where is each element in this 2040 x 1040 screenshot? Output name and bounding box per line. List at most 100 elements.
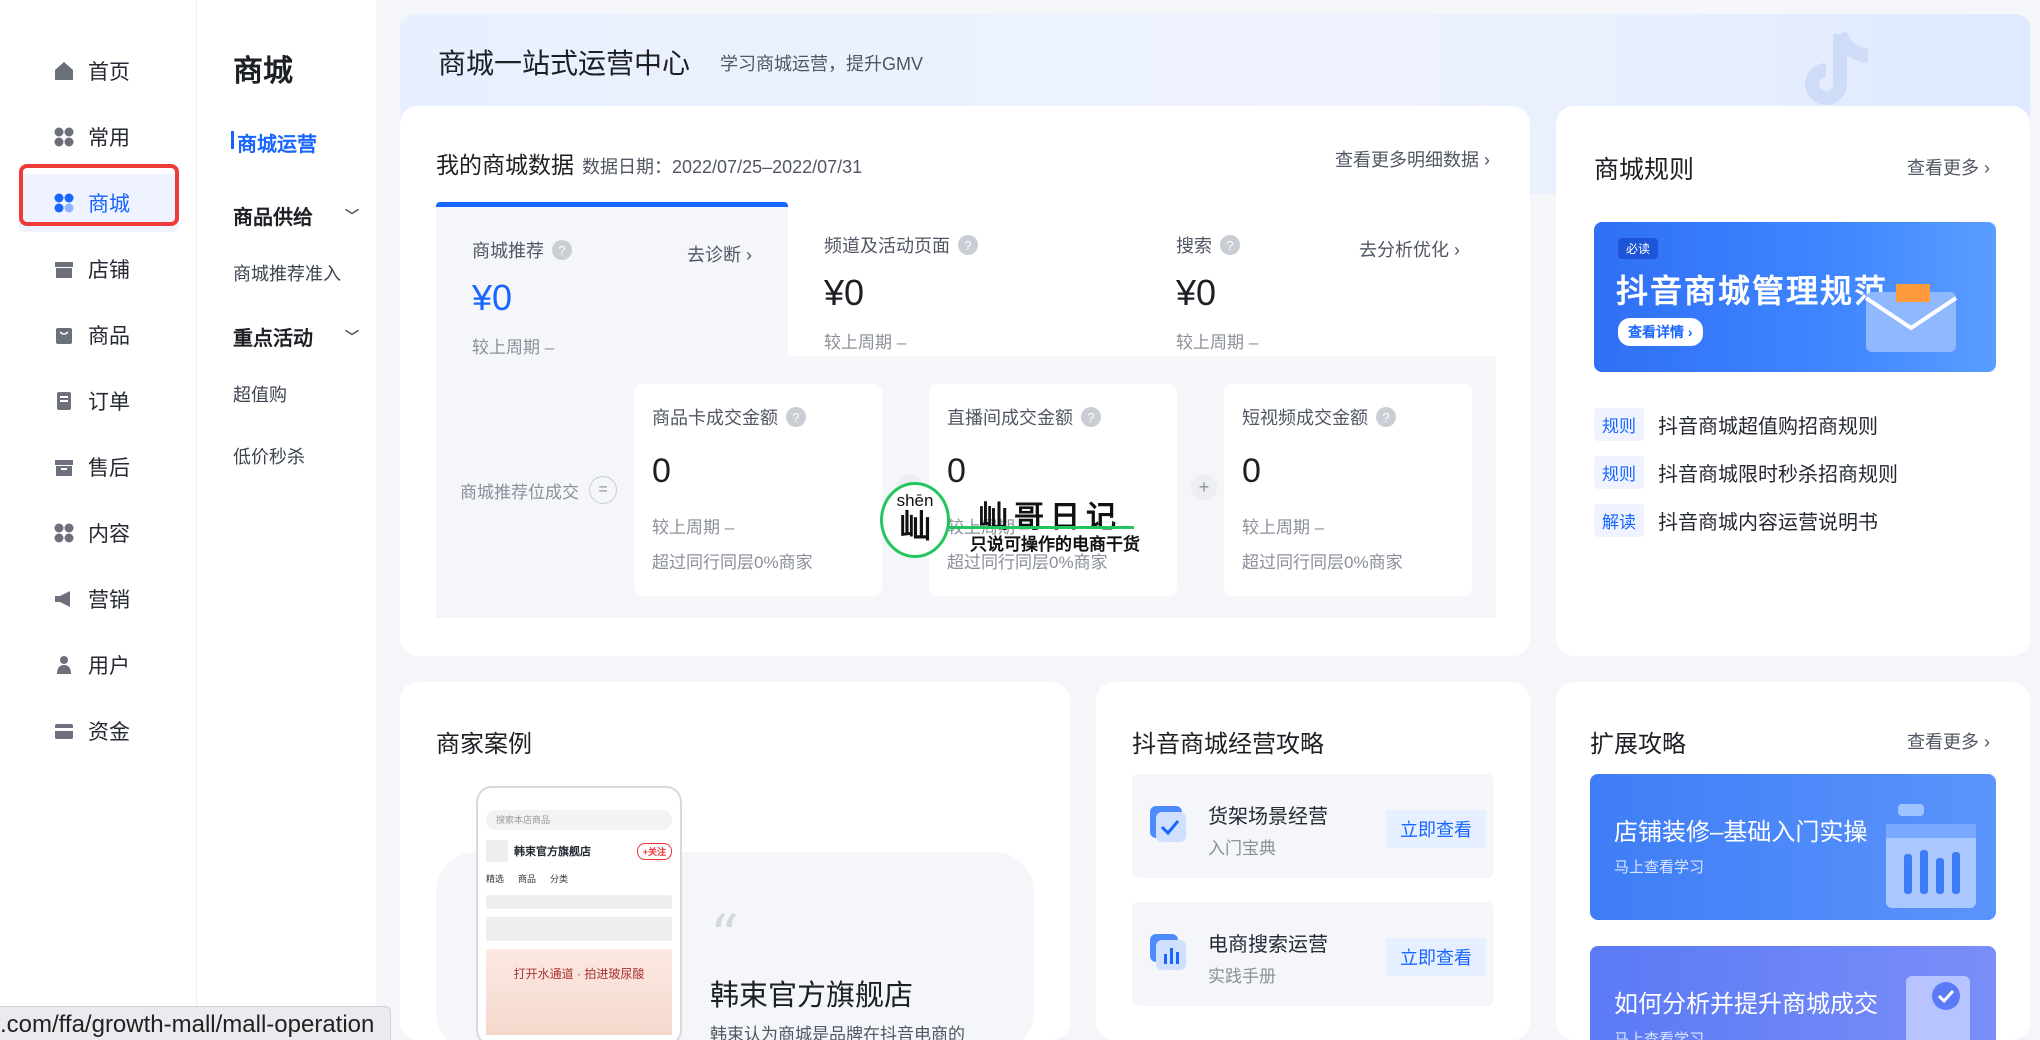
phone-screenshot[interactable]: 搜索本店商品 韩束官方旗舰店 +关注 精选 商品 分类 打开水通道 · 拍进玻尿… (476, 786, 682, 1040)
nav-item-mall[interactable]: 商城 (0, 170, 196, 236)
phone-tabs: 精选 商品 分类 (486, 874, 569, 884)
nav-item-store[interactable]: 店铺 (0, 236, 196, 302)
strategy-subtitle: 实践手册 (1208, 967, 1276, 986)
subnav-group-label: 重点活动 (233, 328, 313, 350)
nav-label: 店铺 (88, 259, 130, 282)
subnav-item-value-buy[interactable]: 超值购 (233, 381, 376, 407)
wallet-icon (52, 719, 76, 743)
view-now-button[interactable]: 立即查看 (1386, 938, 1486, 976)
phone-promo: 打开水通道 · 拍进玻尿酸 (486, 949, 672, 1035)
tab-value: ¥0 (1176, 272, 1217, 313)
user-icon (52, 653, 76, 677)
subnav-item-recommend-access[interactable]: 商城推荐准入 (233, 260, 376, 286)
subnav-group-activity[interactable]: 重点活动 ﹀ (233, 322, 359, 351)
nav-label: 常用 (88, 127, 130, 150)
nav-label: 资金 (88, 721, 130, 744)
card-title: 扩展攻略 (1590, 731, 1686, 758)
card-title: 抖音商城经营攻略 (1132, 731, 1324, 758)
view-more-link[interactable]: 查看更多 › (1907, 154, 1990, 180)
view-more-link[interactable]: 查看更多 › (1907, 728, 1990, 754)
rule-text: 抖音商城内容运营说明书 (1658, 512, 1878, 534)
subnav-item-flash-sale[interactable]: 低价秒杀 (233, 443, 376, 469)
nav-item-marketing[interactable]: 营销 (0, 566, 196, 632)
chevron-down-icon: ﹀ (345, 207, 359, 224)
tab-compare: 较上周期 – (1176, 333, 1259, 352)
subnav-group-supply[interactable]: 商品供给 ﹀ (233, 201, 359, 230)
tab-value: ¥0 (824, 272, 865, 313)
nav-item-funds[interactable]: 资金 (0, 698, 196, 764)
strategy-subtitle: 入门宝典 (1208, 839, 1276, 858)
expand-banner-improve-sales[interactable]: 如何分析并提升商城成交 马上查看学习 (1590, 946, 1996, 1040)
mall-rules-card: 商城规则 查看更多 › 必读 抖音商城管理规范 查看详情 › 规则 抖音商城超值… (1556, 106, 2030, 656)
content-icon (52, 521, 76, 545)
help-icon[interactable]: ? (1081, 407, 1101, 427)
tab-channel-activity[interactable]: 频道及活动页面? ¥0 较上周期 – (788, 202, 1140, 358)
bag-icon (52, 323, 76, 347)
nav-label: 营销 (88, 589, 130, 612)
help-icon[interactable]: ? (552, 240, 572, 260)
nav-item-product[interactable]: 商品 (0, 302, 196, 368)
nav-item-common[interactable]: 常用 (0, 104, 196, 170)
chevron-down-icon: ﹀ (345, 328, 359, 345)
help-icon[interactable]: ? (958, 235, 978, 255)
view-more-details-link[interactable]: 查看更多明细数据 › (1335, 146, 1490, 172)
nav-item-content[interactable]: 内容 (0, 500, 196, 566)
aftersale-icon (52, 455, 76, 479)
rules-banner[interactable]: 必读 抖音商城管理规范 查看详情 › (1594, 222, 1996, 372)
rule-item[interactable]: 规则 抖音商城超值购招商规则 (1594, 408, 1878, 441)
strategy-title: 货架场景经营 (1208, 806, 1328, 828)
tab-mall-recommend[interactable]: 商城推荐? 去诊断 › ¥0 较上周期 – (436, 202, 788, 358)
strategy-item[interactable]: 货架场景经营 入门宝典 立即查看 (1132, 774, 1494, 878)
strategy-item[interactable]: 电商搜索运营 实践手册 立即查看 (1132, 902, 1494, 1006)
case-store-name[interactable]: 韩束官方旗舰店 (710, 972, 913, 1014)
expand-title: 店铺装修–基础入门实操 (1614, 819, 1868, 846)
nav-label: 售后 (88, 457, 130, 480)
help-icon[interactable]: ? (1220, 235, 1240, 255)
subnav-item-mall-operation[interactable]: 商城运营 (231, 128, 376, 157)
phone-bar (486, 895, 672, 909)
view-now-button[interactable]: 立即查看 (1386, 810, 1486, 848)
watermark-underline (948, 526, 1134, 529)
nav-item-user[interactable]: 用户 (0, 632, 196, 698)
quote-icon: “ (710, 904, 739, 969)
watermark-slogan: 只说可操作的电商干货 (970, 535, 1140, 554)
metric-product-card: 商品卡成交金额? 0 较上周期 – 超过同行同层0%商家 (634, 384, 882, 596)
analyze-optimize-link[interactable]: 去分析优化 › (1359, 236, 1460, 262)
rule-tag: 解读 (1594, 504, 1644, 537)
watermark: shēn 屾 屾哥日记 只说可操作的电商干货 (878, 480, 1168, 570)
tab-value: ¥0 (472, 277, 513, 318)
nav-item-order[interactable]: 订单 (0, 368, 196, 434)
nav-label: 用户 (88, 655, 130, 678)
expand-banner-store-decoration[interactable]: 店铺装修–基础入门实操 马上查看学习 (1590, 774, 1996, 920)
left-nav: 首页 常用 商城 店铺 商品 订单 售后 内容 营销 用户 资金 (0, 0, 196, 1040)
tab-compare: 较上周期 – (824, 333, 907, 352)
plus-icon: + (1191, 474, 1217, 500)
tab-compare: 较上周期 – (472, 338, 555, 357)
store-icon (52, 257, 76, 281)
help-icon[interactable]: ? (786, 407, 806, 427)
expand-title: 如何分析并提升商城成交 (1614, 991, 1878, 1018)
nav-item-aftersale[interactable]: 售后 (0, 434, 196, 500)
help-icon[interactable]: ? (1376, 407, 1396, 427)
data-card-header: 我的商城数据 数据日期：2022/07/25–2022/07/31 (436, 146, 862, 180)
tiktok-logo-icon (1805, 31, 1870, 105)
equals-icon: = (589, 476, 617, 504)
nav-item-home[interactable]: 首页 (0, 38, 196, 104)
metric-value: 0 (652, 452, 671, 490)
subnav-title: 商城 (233, 55, 293, 88)
rule-text: 抖音商城限时秒杀招商规则 (1658, 464, 1898, 486)
diagnose-link[interactable]: 去诊断 › (687, 241, 752, 267)
status-bar-url: .com/ffa/growth-mall/mall-operation (0, 1006, 392, 1040)
view-details-button[interactable]: 查看详情 › (1618, 318, 1703, 346)
tab-search[interactable]: 搜索? 去分析优化 › ¥0 较上周期 – (1140, 202, 1496, 358)
card-title: 商家案例 (436, 731, 532, 758)
mall-strategy-card: 抖音商城经营攻略 货架场景经营 入门宝典 立即查看 电商搜索运营 实践手册 立即… (1096, 682, 1530, 1040)
rules-banner-title: 抖音商城管理规范 (1616, 273, 1889, 309)
expand-subtitle: 马上查看学习 (1614, 1031, 1705, 1040)
nav-label: 订单 (88, 391, 130, 414)
data-date: 数据日期：2022/07/25–2022/07/31 (582, 157, 863, 177)
rule-item[interactable]: 解读 抖音商城内容运营说明书 (1594, 504, 1878, 537)
rule-item[interactable]: 规则 抖音商城限时秒杀招商规则 (1594, 456, 1898, 489)
storefront-icon (1886, 804, 1976, 908)
mall-icon (52, 191, 76, 215)
